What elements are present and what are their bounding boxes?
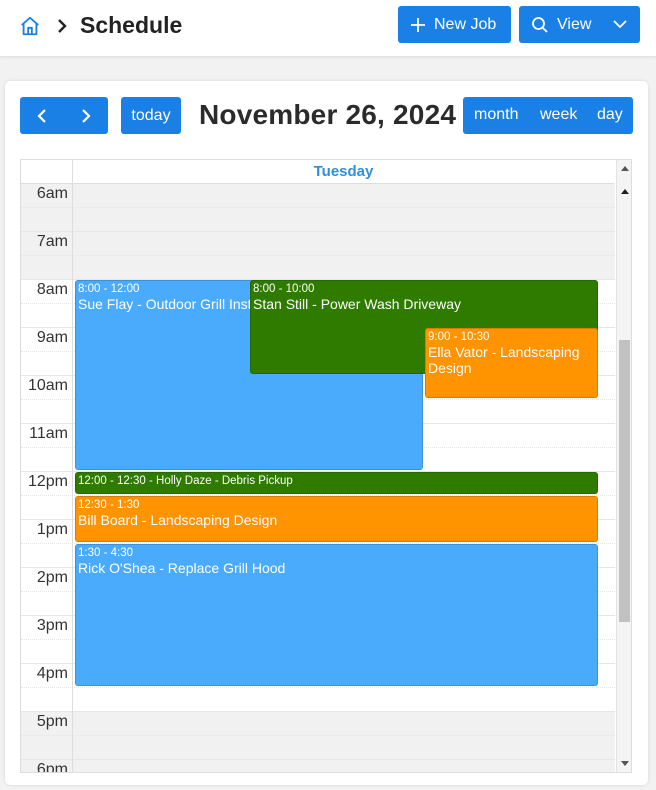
calendar-event[interactable]: 12:30 - 1:30 Bill Board - Landscaping Des… — [75, 496, 598, 542]
view-month-button[interactable]: month — [474, 106, 518, 124]
event-time: 9:00 - 10:30 — [428, 331, 490, 343]
view-label: View — [557, 15, 592, 33]
scroll-up-arrow[interactable] — [621, 166, 629, 171]
hour-slot[interactable] — [21, 711, 615, 735]
chevron-down-icon — [613, 20, 627, 29]
slot-cell[interactable] — [72, 736, 615, 759]
hour-slot[interactable] — [21, 759, 615, 772]
half-hour-slot[interactable] — [21, 255, 615, 279]
hour-slot[interactable] — [21, 184, 615, 207]
half-hour-slot[interactable] — [21, 735, 615, 759]
hour-label: 2pm — [36, 569, 68, 586]
page-title: Schedule — [80, 12, 183, 38]
slot-cell[interactable] — [72, 712, 615, 735]
event-title: Ella Vator - Landscaping Design — [428, 344, 580, 376]
time-grid[interactable]: 6am 7am 8am 9am 10am 11am 12pm 1pm 2pm 3pm 4pm 5pm 6… — [21, 184, 615, 773]
event-time: 8:00 - 10:00 — [253, 283, 315, 295]
next-button[interactable] — [64, 97, 108, 134]
event-title: Rick O'Shea - Replace Grill Hood — [78, 560, 286, 576]
hour-label: 6am — [36, 185, 68, 202]
plus-icon — [411, 17, 425, 32]
event-time: 12:00 - 12:30 — [78, 475, 146, 487]
view-day-button[interactable]: day — [597, 106, 623, 124]
day-column-header: Tuesday — [72, 160, 614, 184]
slot-cell[interactable] — [72, 256, 615, 279]
chevron-left-icon — [37, 108, 46, 123]
half-hour-slot[interactable] — [21, 207, 615, 231]
event-time: 12:30 - 1:30 — [78, 499, 140, 511]
hour-label: 7am — [36, 233, 68, 250]
hour-label: 6pm — [36, 761, 68, 773]
event-summary: 12:00 - 12:30 - Holly Daze - Debris Pick… — [78, 475, 595, 488]
chevron-right-icon — [58, 19, 67, 33]
slot-cell[interactable] — [72, 760, 615, 772]
day-grid: Tuesday 6am 7am 8am 9am 10am 11am 12pm 1pm 2pm 3p… — [20, 159, 632, 773]
view-week-button[interactable]: week — [540, 106, 577, 124]
event-title: Holly Daze - Debris Pickup — [156, 475, 293, 487]
calendar-event[interactable]: 1:30 - 4:30 Rick O'Shea - Replace Grill H… — [75, 544, 598, 686]
event-time: 1:30 - 4:30 — [78, 547, 133, 559]
hour-label: 10am — [27, 377, 68, 394]
event-title: Stan Still - Power Wash Driveway — [253, 296, 461, 312]
scroll-up-arrow-inner[interactable] — [621, 189, 629, 194]
view-dropdown-button[interactable]: View — [519, 6, 640, 43]
hour-label: 1pm — [36, 521, 68, 538]
calendar-event[interactable]: 9:00 - 10:30 Ella Vator - Landscaping Des… — [425, 328, 598, 398]
scroll-thumb[interactable] — [619, 340, 630, 622]
search-icon — [532, 16, 548, 33]
prev-button[interactable] — [20, 97, 64, 134]
half-hour-slot[interactable] — [21, 687, 615, 711]
chevron-right-icon — [82, 108, 91, 123]
vertical-scrollbar[interactable] — [616, 160, 631, 772]
event-title: Bill Board - Landscaping Design — [78, 512, 278, 528]
event-separator: - — [145, 475, 157, 487]
home-icon[interactable] — [19, 15, 41, 37]
calendar-card: today November 26, 2024 month week day T… — [5, 81, 648, 785]
calendar-date-title: November 26, 2024 — [199, 99, 457, 130]
slot-cell[interactable] — [72, 688, 615, 711]
hour-label: 3pm — [36, 617, 68, 634]
hour-label: 8am — [36, 281, 68, 298]
slot-cell[interactable] — [72, 232, 615, 255]
slot-cell[interactable] — [72, 184, 615, 207]
top-bar: Schedule New Job View — [0, 0, 656, 57]
new-job-button[interactable]: New Job — [398, 6, 511, 43]
axis-corner — [21, 160, 72, 184]
calendar-event[interactable]: 12:00 - 12:30 - Holly Daze - Debris Pick… — [75, 472, 598, 494]
hour-label: 12pm — [27, 473, 68, 490]
view-switcher: month week day — [463, 97, 633, 134]
new-job-label: New Job — [434, 15, 497, 33]
hour-label: 11am — [29, 425, 68, 442]
date-nav — [20, 97, 108, 134]
hour-slot[interactable] — [21, 231, 615, 255]
hour-label: 9am — [36, 329, 68, 346]
today-button[interactable]: today — [121, 97, 181, 134]
axis-divider — [72, 184, 73, 772]
scroll-down-arrow[interactable] — [621, 761, 629, 766]
hour-label: 4pm — [36, 665, 68, 682]
hour-label: 5pm — [36, 713, 68, 730]
slot-cell[interactable] — [72, 208, 615, 231]
